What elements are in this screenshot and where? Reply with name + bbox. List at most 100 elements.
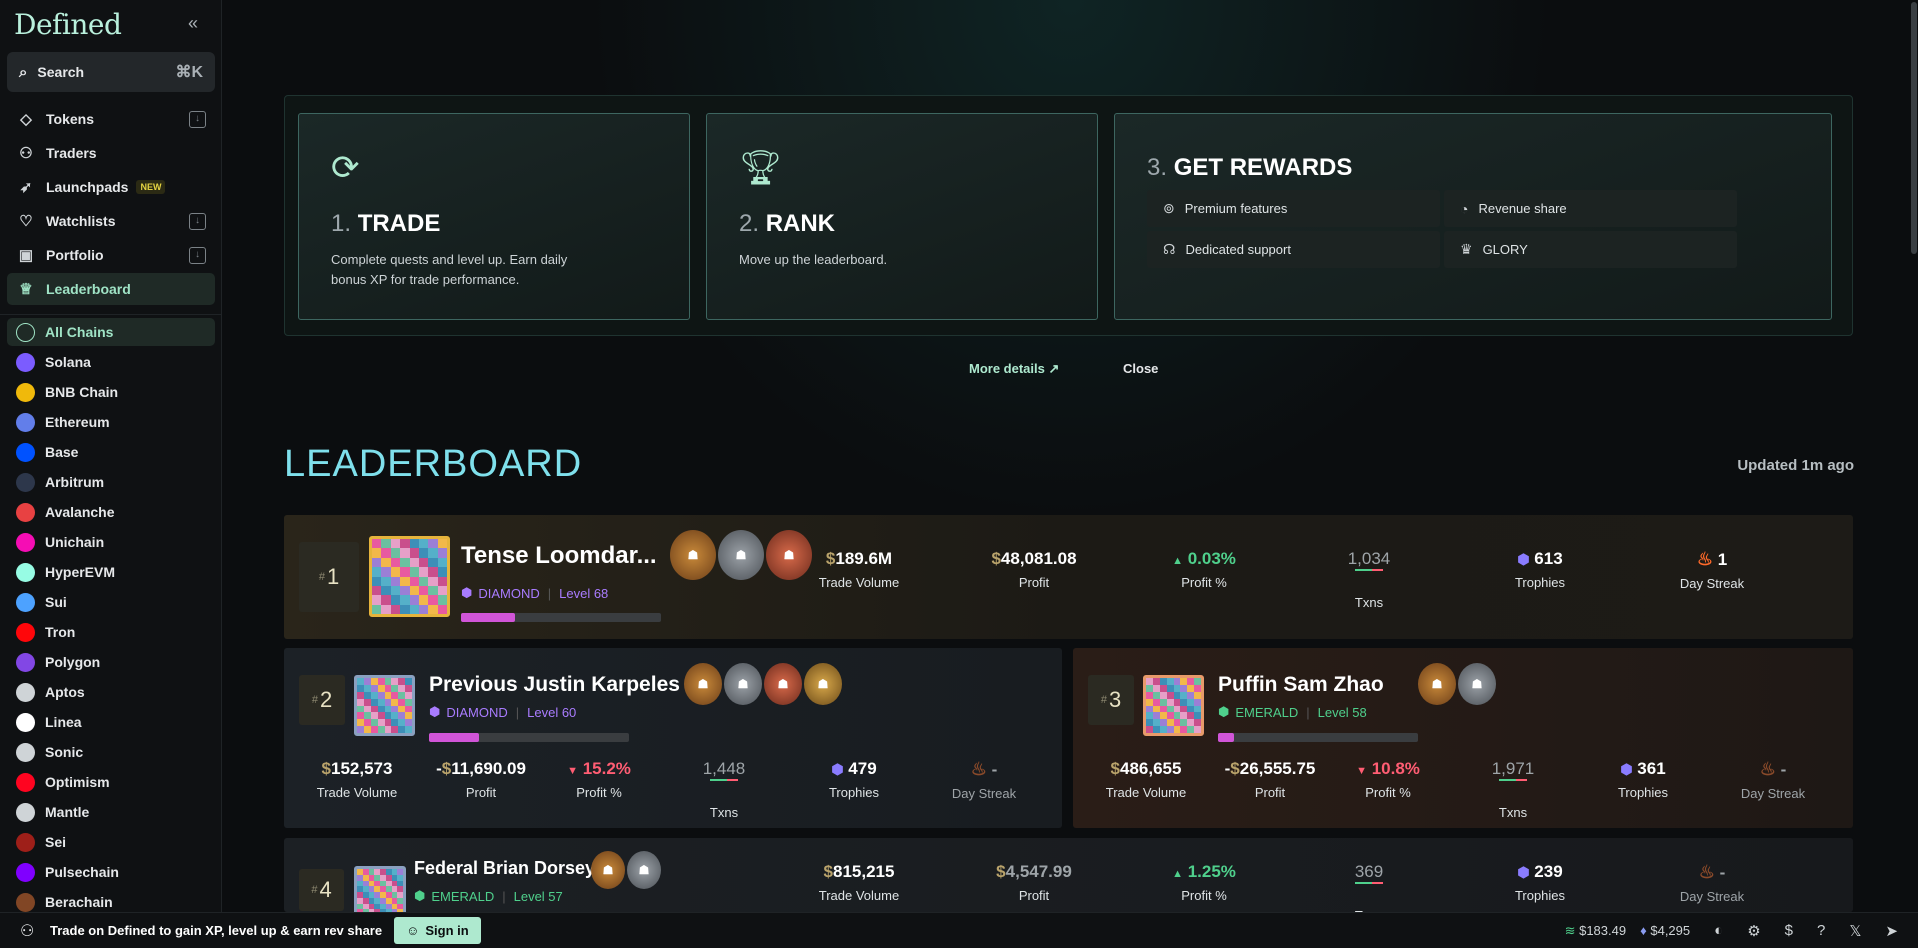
stat-txns: 1,448 Txns [649,759,799,820]
avatar[interactable] [354,675,415,736]
theme-icon[interactable]: ◐ [1714,922,1723,939]
level-label: Level 57 [513,888,563,904]
chain-item-polygon[interactable]: Polygon [7,648,215,676]
chain-item-aptos[interactable]: Aptos [7,678,215,706]
search-shortcut: ⌘K [175,64,203,81]
medal-icon[interactable]: ☗ [591,851,625,889]
medal-icon[interactable]: ☗ [724,663,762,705]
download-icon[interactable]: ↓ [189,246,206,264]
avatar[interactable] [1143,675,1204,736]
bottom-bar: ⚇ Trade on Defined to gain XP, level up … [0,912,1918,948]
leaderboard-row-3[interactable]: #3 Puffin Sam Zhao ⬢ EMERALD | Level 58 ☗ ☗ $486… [1073,648,1853,828]
stat-pct: ▲ 0.03% Profit % [1129,549,1279,590]
medal-icon[interactable]: ☗ [1418,663,1456,705]
chain-item-berachain[interactable]: Berachain [7,888,215,912]
telegram-icon[interactable]: ➤ [1885,922,1898,940]
medal-icon[interactable]: ☗ [718,530,764,580]
medal-icon[interactable]: ☗ [1458,663,1496,705]
xp-progress-bar [429,733,629,742]
fire-icon: ♨ [1698,862,1715,882]
download-icon[interactable]: ↓ [189,110,206,128]
stat-label: Profit [1018,888,1050,903]
currency-icon[interactable]: $ [1785,922,1793,939]
close-promo-button[interactable]: Close [1123,361,1158,376]
trader-name[interactable]: Puffin Sam Zhao [1218,673,1384,697]
solana-price[interactable]: ≋ $183.49 [1565,923,1627,939]
avatar[interactable] [369,536,450,617]
chain-item-sui[interactable]: Sui [7,588,215,616]
chain-item-avalanche[interactable]: Avalanche [7,498,215,526]
medal-icon[interactable]: ☗ [670,530,716,580]
chain-label: Polygon [45,654,101,670]
sidebar-item-watchlists[interactable]: ♡ Watchlists ↓ [7,205,215,237]
sidebar-item-leaderboard[interactable]: ♕ Leaderboard [7,273,215,305]
trader-name[interactable]: Tense Loomdar... [461,542,657,570]
medal-icon[interactable]: ☗ [804,663,842,705]
help-icon[interactable]: ? [1817,922,1825,939]
trophies-value: 479 [848,759,877,778]
chain-item-tron[interactable]: Tron [7,618,215,646]
chain-item-sonic[interactable]: Sonic [7,738,215,766]
stat-label: Trophies [1617,785,1669,800]
avatar[interactable] [354,866,406,912]
stat-label: Txns [1354,595,1384,610]
reward-revenue: ◔ Revenue share [1444,190,1737,227]
settings-sliders-icon[interactable]: ⚙ [1747,922,1760,940]
sidebar-item-tokens[interactable]: ◇ Tokens ↓ [7,103,215,135]
trader-name[interactable]: Previous Justin Karpeles [429,673,680,697]
more-details-link[interactable]: More details ↗ [969,361,1059,377]
chain-item-bnb-chain[interactable]: BNB Chain [7,378,215,406]
ethereum-icon [16,412,35,432]
chain-label: HyperEVM [45,564,116,580]
medal-icon[interactable]: ☗ [684,663,722,705]
defined-logo[interactable]: Defined [14,8,122,41]
sidebar-item-traders[interactable]: ⚇ Traders [7,137,215,169]
trade-volume-value: 152,573 [331,759,393,778]
trader-name[interactable]: Federal Brian Dorsey [414,858,595,879]
chain-label: Unichain [45,534,105,550]
step-description: Complete quests and level up. Earn daily… [331,252,568,287]
chain-label: Mantle [45,804,90,820]
chain-item-pulsechain[interactable]: Pulsechain [7,858,215,886]
chain-item-ethereum[interactable]: Ethereum [7,408,215,436]
avalanche-icon [16,502,35,522]
collapse-sidebar-icon[interactable]: « [188,13,198,34]
stat-label: Day Streak [951,786,1017,801]
updated-time: Updated 1m ago [1737,457,1854,474]
chain-item-optimism[interactable]: Optimism [7,768,215,796]
scrollbar[interactable] [1910,0,1918,912]
medal-icon[interactable]: ☗ [764,663,802,705]
sign-in-button[interactable]: ☺ Sign in [394,917,481,944]
leaderboard-row-2[interactable]: #2 Previous Justin Karpeles ⬢ DIAMOND | Level… [284,648,1062,828]
trophy-shield-icon: ⬢ [1517,551,1530,567]
eth-price[interactable]: ♦ $4,295 [1640,923,1690,938]
step-title: GET REWARDS [1173,154,1353,181]
chain-item-hyperevm[interactable]: HyperEVM [7,558,215,586]
chain-item-arbitrum[interactable]: Arbitrum [7,468,215,496]
linea-icon [16,712,35,732]
streak-value: - [991,760,998,779]
chain-item-linea[interactable]: Linea [7,708,215,736]
search-button[interactable]: ⌕ Search ⌘K [7,52,215,92]
all-chains-icon [16,322,35,342]
x-social-icon[interactable]: 𝕏 [1849,922,1861,940]
sidebar-item-launchpads[interactable]: ➶ Launchpads NEW [7,171,215,203]
profit-value: 4,547.99 [1005,862,1072,881]
sidebar-item-portfolio[interactable]: ▣ Portfolio ↓ [7,239,215,271]
chain-item-sei[interactable]: Sei [7,828,215,856]
step-title: RANK [765,210,836,237]
chain-item-all-chains[interactable]: All Chains [7,318,215,346]
scrollbar-thumb[interactable] [1911,2,1917,254]
leaderboard-title: LEADERBOARD [284,443,583,485]
download-icon[interactable]: ↓ [189,212,206,230]
stat-txns: 369Txns [1294,862,1444,912]
leaderboard-row-4[interactable]: #4 Federal Brian Dorsey ⬢ EMERALD | Level 57 ☗… [284,838,1853,912]
chain-item-solana[interactable]: Solana [7,348,215,376]
chain-item-unichain[interactable]: Unichain [7,528,215,556]
leaderboard-row-1[interactable]: #1 Tense Loomdar... ⬢ DIAMOND | Level 68 ☗ ☗ ☗ $1… [284,515,1853,639]
medal-icon[interactable]: ☗ [627,851,661,889]
chain-item-base[interactable]: Base [7,438,215,466]
chain-item-mantle[interactable]: Mantle [7,798,215,826]
new-badge: NEW [136,180,166,194]
profit-value: 11,690.09 [451,759,526,778]
